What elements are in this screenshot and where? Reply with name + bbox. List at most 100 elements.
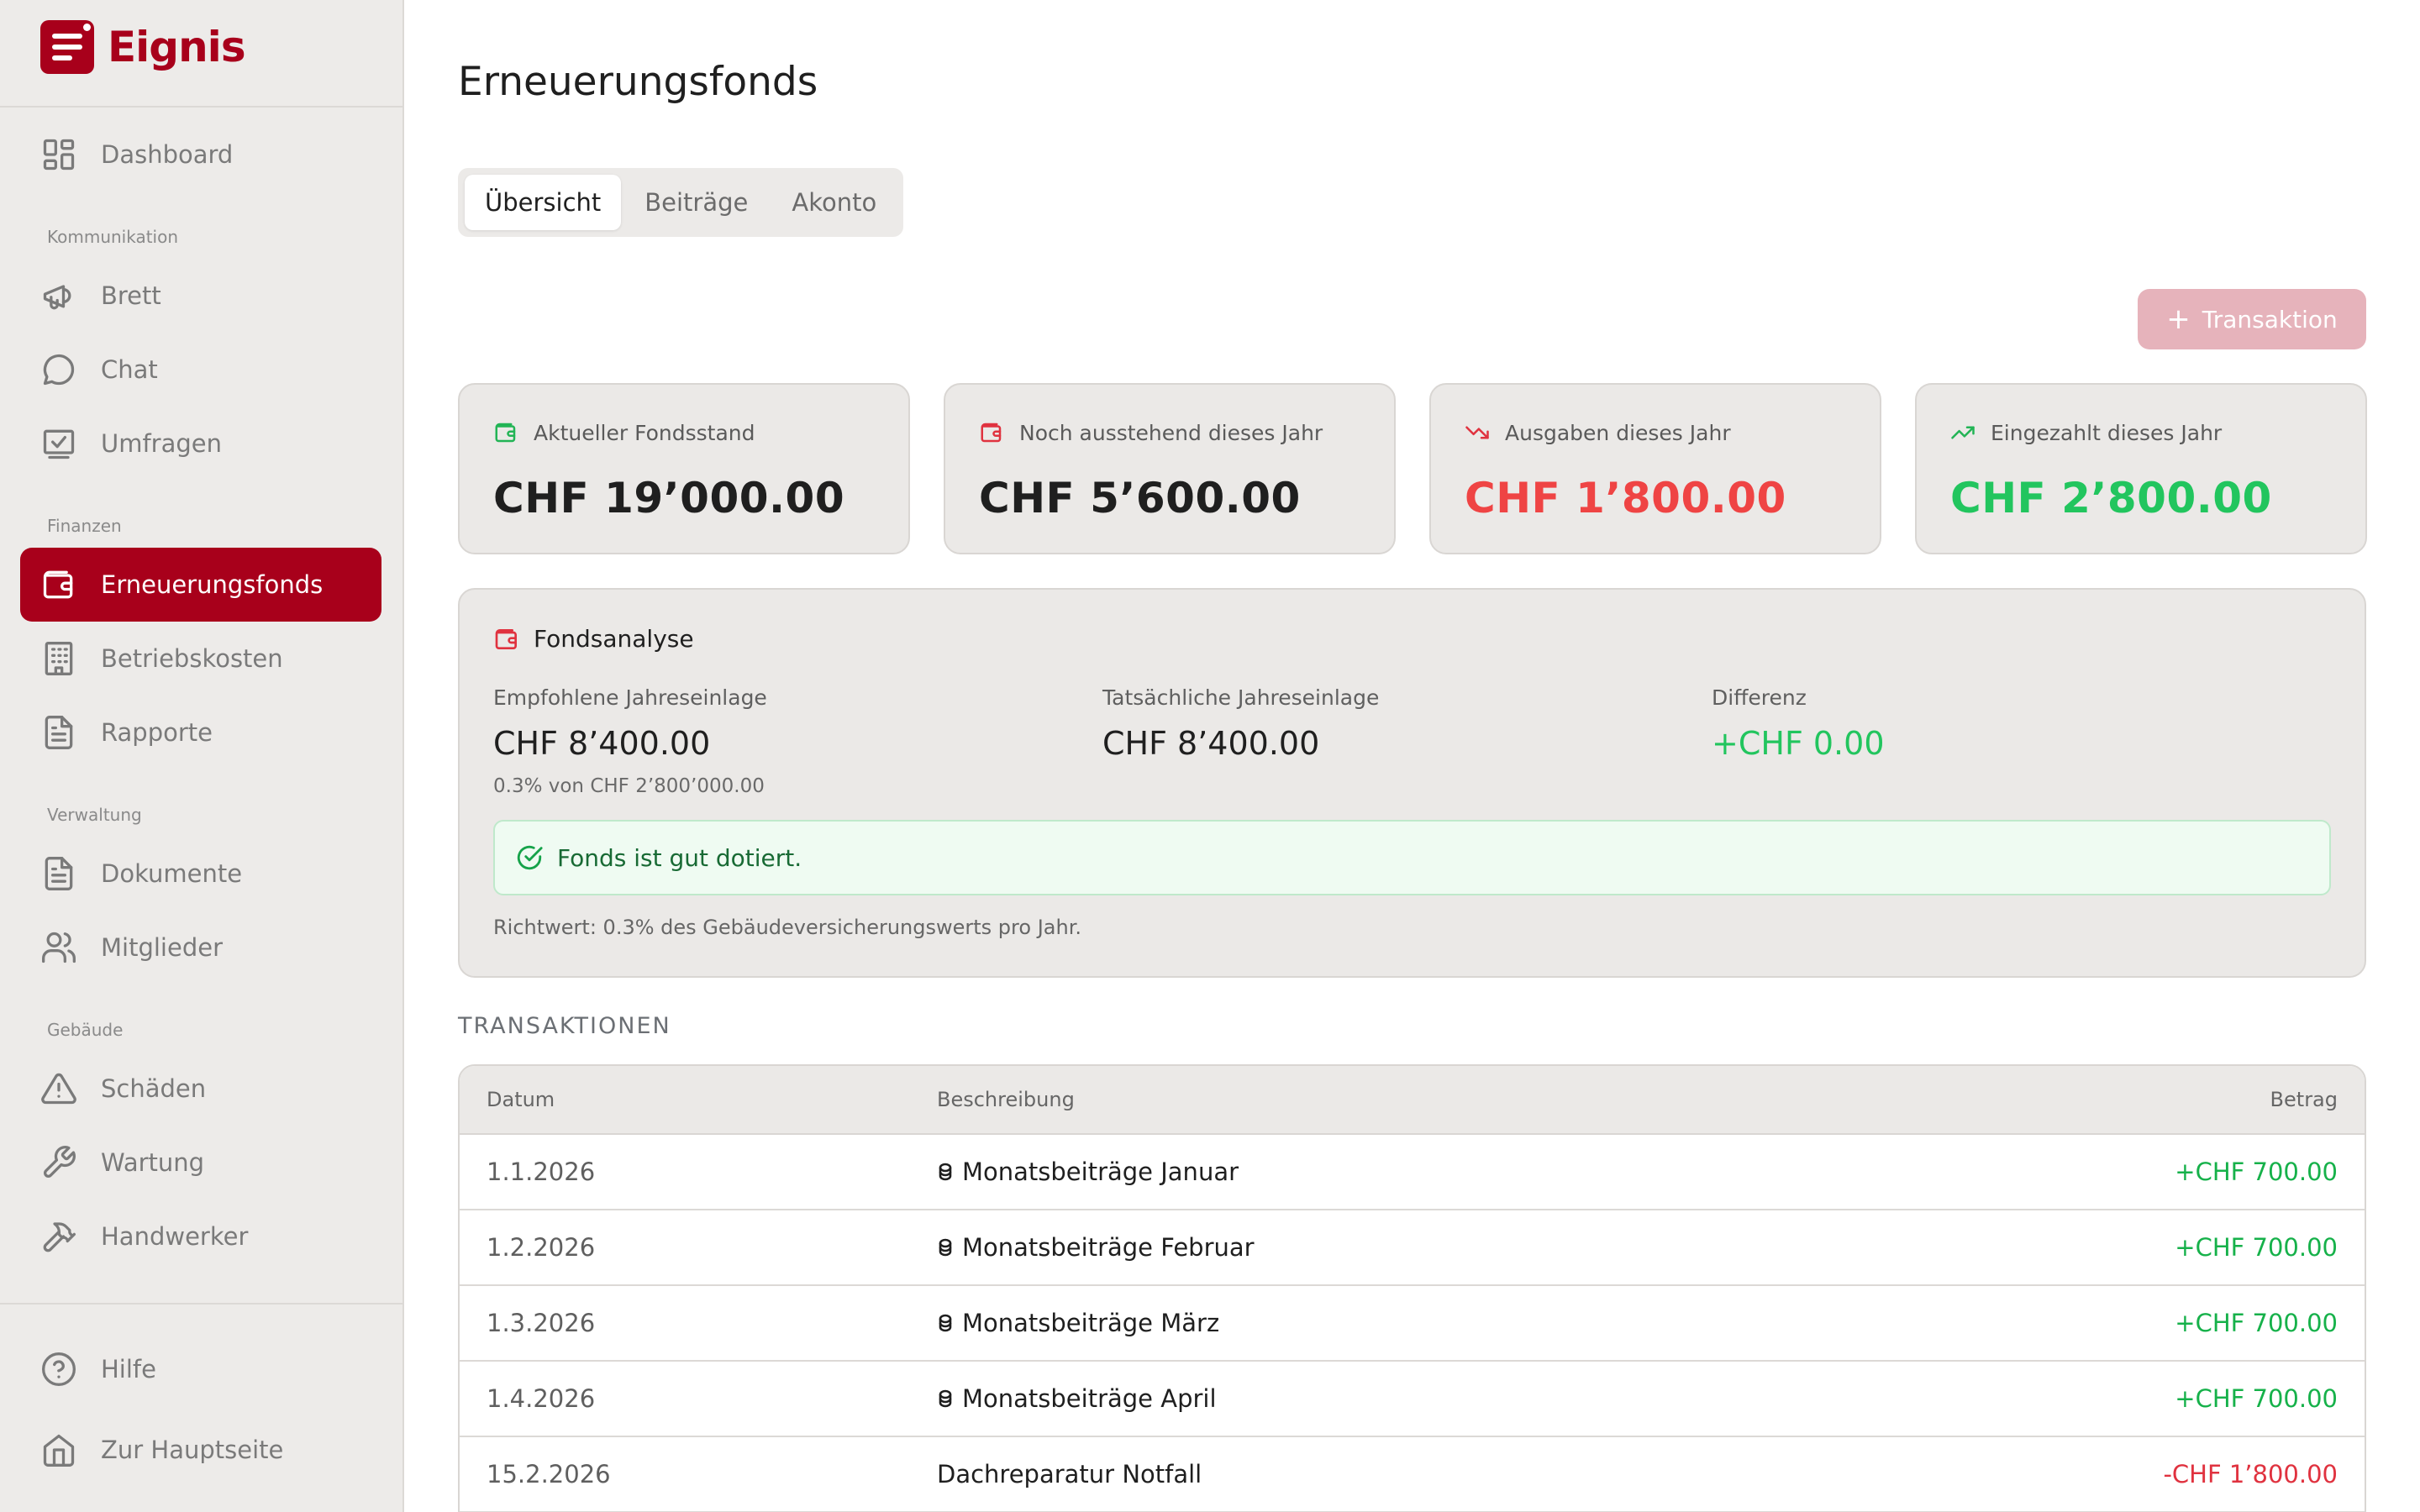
description-text: Monatsbeiträge Januar xyxy=(962,1158,1239,1186)
sidebar-item-label: Dokumente xyxy=(101,859,243,888)
cell-amount: +CHF 700.00 xyxy=(2175,1233,2338,1262)
sidebar-item-wartung[interactable]: Wartung xyxy=(20,1126,381,1200)
table-row[interactable]: 15.2.2026 Dachreparatur Notfall -CHF 1’800… xyxy=(460,1437,2365,1512)
stat-header: Eingezahlt dieses Jahr xyxy=(1950,418,2365,447)
table-row[interactable]: 1.1.2026 Monatsbeiträge Januar +CHF 700.00 xyxy=(460,1135,2365,1210)
actual-label: Tatsächliche Jahreseinlage xyxy=(1102,685,1380,710)
sidebar-item-handwerker[interactable]: Handwerker xyxy=(20,1200,381,1273)
sidebar-bottom-nav: Hilfe Zur Hauptseite xyxy=(20,1329,381,1490)
logo-mark-icon xyxy=(40,20,94,74)
table-row[interactable]: 1.4.2026 Monatsbeiträge April +CHF 700.00 xyxy=(460,1362,2365,1437)
sidebar-item-label: Wartung xyxy=(101,1148,205,1177)
main-content: Erneuerungsfonds Übersicht Beiträge Akonto… xyxy=(404,0,2420,1512)
table-row[interactable]: 1.2.2026 Monatsbeiträge Februar +CHF 700.0… xyxy=(460,1210,2365,1286)
recommended-column: Empfohlene Jahreseinlage CHF 8’400.00 0.… xyxy=(493,685,767,797)
fund-status-banner: Fonds ist gut dotiert. xyxy=(493,820,2331,895)
page-title: Erneuerungsfonds xyxy=(458,59,818,105)
sidebar-item-dashboard[interactable]: Dashboard xyxy=(20,118,381,192)
sidebar-item-label: Chat xyxy=(101,355,158,384)
stat-card: Eingezahlt dieses Jahr CHF 2’800.00 xyxy=(1915,383,2367,554)
stat-label: Aktueller Fondsstand xyxy=(534,420,755,445)
coin-icon xyxy=(937,1388,954,1410)
sidebar-item-label: Rapporte xyxy=(101,718,213,747)
wallet-icon xyxy=(40,566,77,603)
sidebar-item-label: Erneuerungsfonds xyxy=(101,570,324,599)
analysis-title: Fondsanalyse xyxy=(534,625,694,653)
cell-description: Monatsbeiträge April xyxy=(937,1384,1860,1413)
description-text: Monatsbeiträge Februar xyxy=(962,1233,1255,1262)
recommended-sub: 0.3% von CHF 2’800’000.00 xyxy=(493,775,765,797)
sidebar-item-label: Hilfe xyxy=(101,1355,156,1383)
app-logo[interactable]: Eignis xyxy=(40,20,246,74)
stat-card: Ausgaben dieses Jahr CHF 1’800.00 xyxy=(1429,383,1881,554)
cell-description: Monatsbeiträge Februar xyxy=(937,1233,1860,1262)
poll-icon xyxy=(40,425,77,462)
table-row[interactable]: 1.3.2026 Monatsbeiträge März +CHF 700.00 xyxy=(460,1286,2365,1362)
sidebar-item-label: Betriebskosten xyxy=(101,644,283,673)
plus-icon: + xyxy=(2166,302,2191,336)
tab-akonto[interactable]: Akonto xyxy=(771,175,897,230)
sidebar-item-dokumente[interactable]: Dokumente xyxy=(20,837,381,911)
sidebar-item-mitglieder[interactable]: Mitglieder xyxy=(20,911,381,984)
sidebar-item-sch-den[interactable]: Schäden xyxy=(20,1052,381,1126)
cell-description: Monatsbeiträge März xyxy=(937,1309,1860,1337)
sidebar-item-betriebskosten[interactable]: Betriebskosten xyxy=(20,622,381,696)
analysis-note: Richtwert: 0.3% des Gebäudeversicherungs… xyxy=(493,916,1081,939)
column-header-amount[interactable]: Betrag xyxy=(1860,1088,2365,1111)
fund-status-text: Fonds ist gut dotiert. xyxy=(557,843,802,872)
warning-icon xyxy=(40,1070,77,1107)
wallet-icon xyxy=(493,420,518,445)
sidebar-item-label: Schäden xyxy=(101,1074,207,1103)
sidebar-item-label: Handwerker xyxy=(101,1222,249,1251)
stat-value: CHF 19’000.00 xyxy=(493,474,845,522)
column-header-description[interactable]: Beschreibung xyxy=(937,1088,1860,1111)
sidebar-item-brett[interactable]: Brett xyxy=(20,259,381,333)
cell-date: 15.2.2026 xyxy=(487,1460,611,1488)
sidebar-item-hilfe[interactable]: Hilfe xyxy=(20,1329,381,1410)
sidebar-item-label: Mitglieder xyxy=(101,933,223,962)
chat-icon xyxy=(40,351,77,388)
add-transaction-button[interactable]: + Transaktion xyxy=(2138,289,2366,349)
sidebar-item-zur-hauptseite[interactable]: Zur Hauptseite xyxy=(20,1410,381,1490)
coin-icon xyxy=(937,1312,954,1334)
cell-amount: +CHF 700.00 xyxy=(2175,1158,2338,1186)
cell-amount: +CHF 700.00 xyxy=(2175,1384,2338,1413)
fund-analysis-card: Fondsanalyse Empfohlene Jahreseinlage CH… xyxy=(458,588,2366,978)
actual-value: CHF 8’400.00 xyxy=(1102,725,1320,762)
sidebar-item-label: Zur Hauptseite xyxy=(101,1436,284,1464)
stat-header: Ausgaben dieses Jahr xyxy=(1465,418,1880,447)
transactions-table: Datum Beschreibung Betrag 1.1.2026 Monats… xyxy=(458,1064,2366,1512)
cell-date: 1.1.2026 xyxy=(487,1158,596,1186)
sidebar-item-label: Dashboard xyxy=(101,140,234,169)
actual-column: Tatsächliche Jahreseinlage CHF 8’400.00 xyxy=(1102,685,1379,762)
sidebar-item-label: Brett xyxy=(101,281,161,310)
sidebar-section-label: Gebäude xyxy=(47,1020,124,1040)
sidebar-section-label: Gemeinschaft xyxy=(20,1273,381,1298)
dashboard-icon xyxy=(40,136,77,173)
tab-übersicht[interactable]: Übersicht xyxy=(465,175,622,230)
megaphone-icon xyxy=(40,277,77,314)
recommended-value: CHF 8’400.00 xyxy=(493,725,711,762)
sidebar-item-rapporte[interactable]: Rapporte xyxy=(20,696,381,769)
check-circle-icon xyxy=(515,843,544,872)
cell-description: Monatsbeiträge Januar xyxy=(937,1158,1860,1186)
column-header-date[interactable]: Datum xyxy=(460,1088,937,1111)
sidebar-section-label: Verwaltung xyxy=(47,805,142,825)
cell-amount: +CHF 700.00 xyxy=(2175,1309,2338,1337)
sidebar-item-umfragen[interactable]: Umfragen xyxy=(20,407,381,480)
cell-date: 1.4.2026 xyxy=(487,1384,596,1413)
stat-value: CHF 5’600.00 xyxy=(979,474,1301,522)
report-icon xyxy=(40,714,77,751)
wallet-icon xyxy=(979,420,1004,445)
stat-value: CHF 2’800.00 xyxy=(1950,474,2272,522)
recommended-label: Empfohlene Jahreseinlage xyxy=(493,685,767,710)
difference-value: +CHF 0.00 xyxy=(1712,725,1885,762)
divider xyxy=(0,106,402,108)
sidebar-item-chat[interactable]: Chat xyxy=(20,333,381,407)
cell-date: 1.2.2026 xyxy=(487,1233,596,1262)
sidebar-item-erneuerungsfonds[interactable]: Erneuerungsfonds xyxy=(20,548,381,622)
cell-date: 1.3.2026 xyxy=(487,1309,596,1337)
analysis-header: Fondsanalyse xyxy=(493,625,694,653)
table-header: Datum Beschreibung Betrag xyxy=(460,1066,2365,1135)
tab-beiträge[interactable]: Beiträge xyxy=(624,175,768,230)
